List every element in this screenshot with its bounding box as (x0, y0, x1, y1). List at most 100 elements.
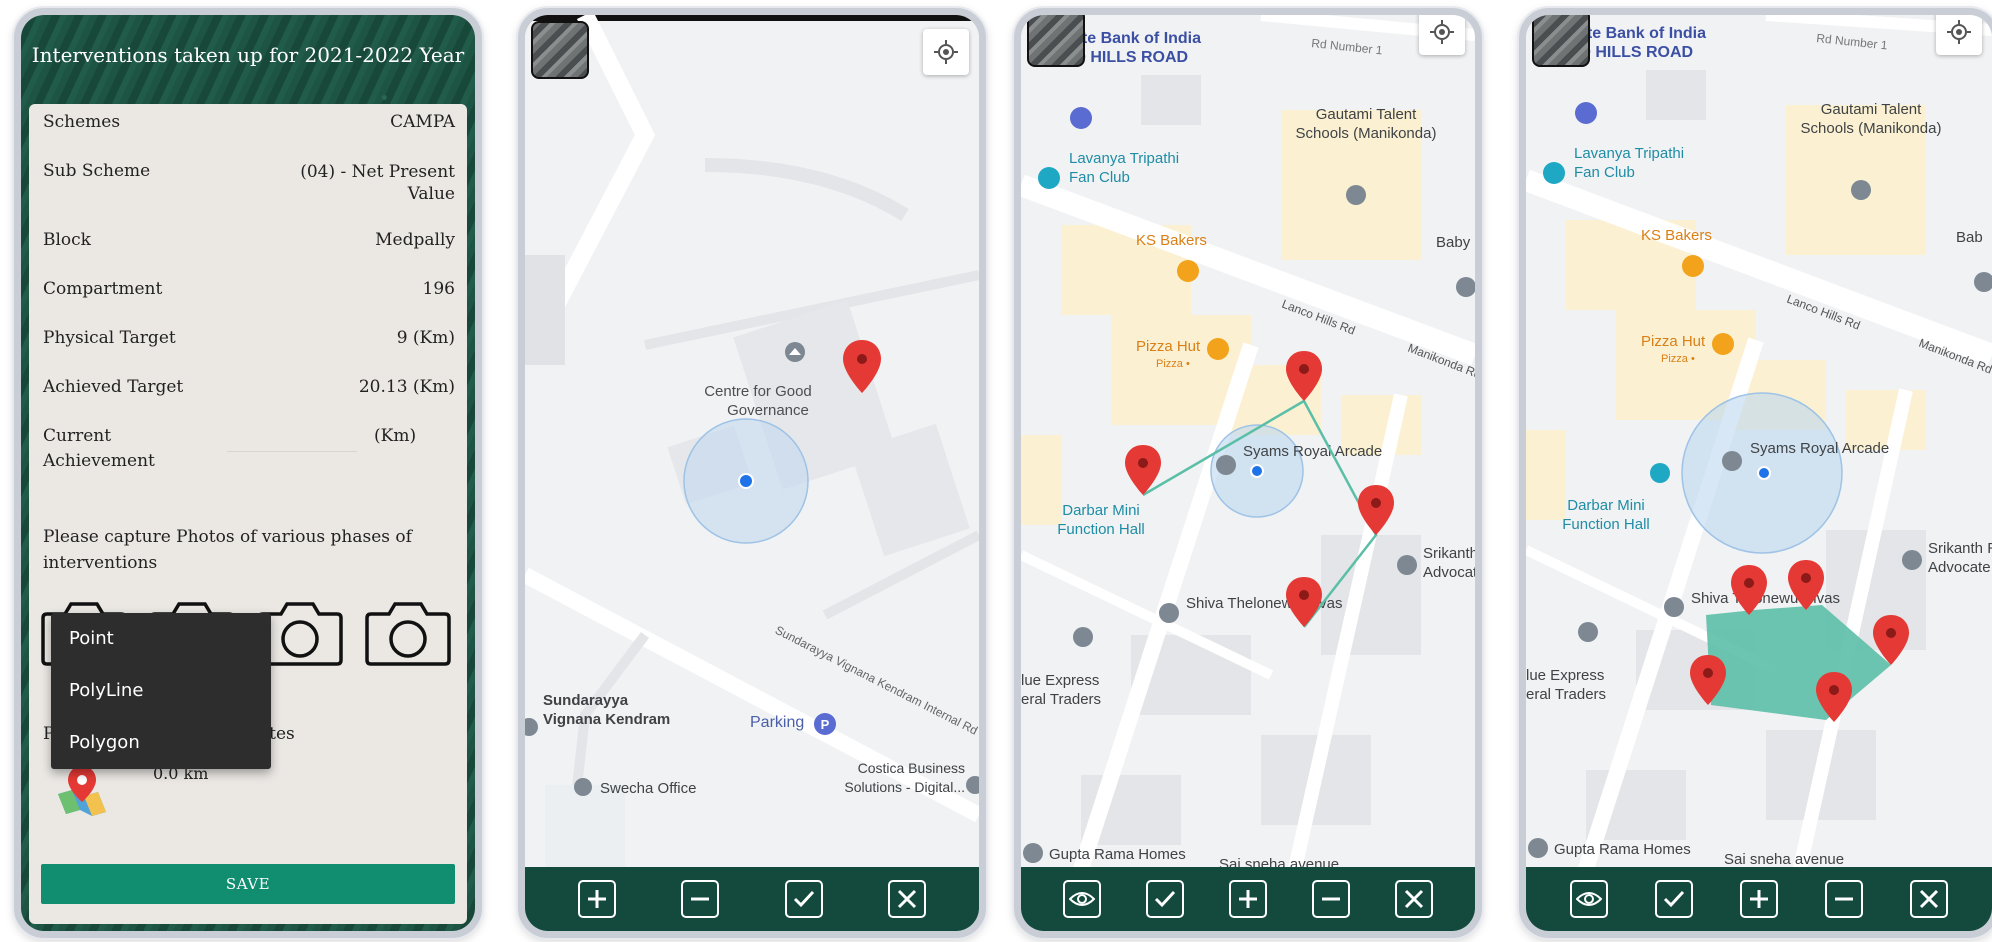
poi-label: Baby (1436, 234, 1471, 251)
poi-label: lue Express (1021, 672, 1099, 689)
close-icon (898, 889, 917, 909)
poi-label: Pizza • (1156, 358, 1190, 370)
poi-label: Syams Royal Arcade (1243, 443, 1382, 460)
minus-icon (1321, 897, 1340, 901)
achieved-target-value: 20.13 (Km) (358, 377, 455, 397)
map-canvas[interactable]: ate Bank of India LANCO HILLS ROAD Rd Nu… (1021, 15, 1475, 931)
my-location-button[interactable] (923, 29, 969, 75)
poi-label: Function Hall (1057, 521, 1145, 538)
plus-icon (587, 890, 606, 908)
current-achievement-label: Current Achievement (43, 426, 155, 471)
scheme-value: CAMPA (390, 112, 455, 132)
location-target-icon (934, 40, 958, 64)
poi-label: Srikanth R (1423, 545, 1475, 562)
map-marker-icon[interactable] (54, 764, 110, 820)
confirm-button[interactable] (784, 880, 823, 918)
confirm-button[interactable] (1146, 880, 1185, 918)
zoom-out-button[interactable] (1311, 880, 1350, 918)
poi-label: Vignana Kendram (543, 711, 670, 728)
compartment-value: 196 (422, 279, 455, 299)
poi-label: Lavanya Tripathi (1069, 150, 1179, 167)
satellite-layer-toggle[interactable] (1027, 15, 1085, 67)
poi-label: Gautami Talent (1821, 101, 1922, 118)
phone-point-map-screen: Centre for Good Governance Sundarayya Vi… (518, 8, 986, 938)
poi-label: Pizza Hut (1136, 338, 1201, 355)
block-row: Block Medpally (43, 230, 455, 250)
map-toolbar (1526, 867, 1992, 931)
poi-label: Darbar Mini (1567, 497, 1645, 514)
poi-label: ate Bank of India (1073, 30, 1201, 47)
block-label: Block (43, 230, 91, 250)
plus-icon (1238, 890, 1257, 908)
compartment-label: Compartment (43, 279, 163, 299)
block-value: Medpally (375, 230, 455, 250)
zoom-out-button[interactable] (681, 880, 720, 918)
location-target-icon (1947, 20, 1971, 44)
poi-label: Syams Royal Arcade (1750, 440, 1889, 457)
zoom-in-button[interactable] (1228, 880, 1267, 918)
achieved-target-label: Achieved Target (43, 377, 184, 397)
camera-icon[interactable] (363, 596, 453, 668)
zoom-in-button[interactable] (577, 880, 616, 918)
poi-label: Gupta Rama Homes (1049, 846, 1186, 863)
physical-target-label: Physical Target (43, 328, 176, 348)
minus-icon (691, 897, 710, 901)
eye-icon (1575, 892, 1602, 906)
poi-label: Lavanya Tripathi (1574, 145, 1684, 162)
map-toolbar (525, 867, 979, 931)
poi-label: Function Hall (1562, 516, 1650, 533)
capture-instructions: Please capture Photos of various phases … (43, 527, 412, 573)
sub-scheme-value: (04) - Net Present Value (300, 162, 455, 204)
poi-label: Gupta Rama Homes (1554, 841, 1691, 858)
plus-icon (1749, 890, 1768, 908)
close-icon (1404, 889, 1423, 909)
dropdown-option-polyline[interactable]: PolyLine (51, 665, 271, 717)
poi-label: Pizza • (1661, 353, 1695, 365)
close-button[interactable] (888, 880, 927, 918)
poi-label: KS Bakers (1136, 232, 1207, 249)
map-toolbar (1021, 867, 1475, 931)
poi-label: Sai sneha avenue (1724, 851, 1844, 868)
poi-label: Srikanth R (1928, 540, 1992, 557)
geometry-type-dropdown[interactable]: Point PolyLine Polygon (51, 613, 271, 769)
poi-label: Schools (Manikonda) (1801, 120, 1942, 137)
current-achievement-input[interactable] (227, 450, 357, 452)
dropdown-option-polygon[interactable]: Polygon (51, 717, 271, 769)
my-location-button[interactable] (1936, 15, 1982, 55)
scheme-row: Schemes CAMPA (43, 112, 455, 132)
compartment-row: Compartment 196 (43, 279, 455, 299)
poi-label: Advocate S (1928, 559, 1992, 576)
poi-label: Costica Business (858, 760, 965, 776)
poi-label: Pizza Hut (1641, 333, 1706, 350)
poi-label: Darbar Mini (1062, 502, 1140, 519)
close-icon (1920, 889, 1939, 909)
view-button[interactable] (1569, 880, 1608, 918)
poi-label: Governance (727, 402, 809, 419)
form-card: Schemes CAMPA Sub Scheme (04) - Net Pres… (29, 104, 467, 924)
check-icon (793, 890, 814, 908)
poi-label: lue Express (1526, 667, 1604, 684)
poi-label: Gautami Talent (1316, 106, 1417, 123)
my-location-button[interactable] (1419, 15, 1465, 55)
view-button[interactable] (1063, 880, 1102, 918)
dropdown-option-point[interactable]: Point (51, 613, 271, 665)
sub-scheme-label: Sub Scheme (43, 161, 151, 181)
achieved-target-row: Achieved Target 20.13 (Km) (43, 377, 455, 397)
close-button[interactable] (1910, 880, 1949, 918)
phone-form-screen: Interventions taken up for 2021-2022 Yea… (14, 8, 482, 938)
poi-label: Sundarayya (543, 692, 629, 709)
poi-label: ate Bank of India (1578, 25, 1706, 42)
poi-label: Swecha Office (600, 780, 696, 797)
zoom-in-button[interactable] (1739, 880, 1778, 918)
satellite-layer-toggle[interactable] (1532, 15, 1590, 67)
zoom-out-button[interactable] (1825, 880, 1864, 918)
save-button[interactable]: SAVE (41, 864, 455, 904)
confirm-button[interactable] (1654, 880, 1693, 918)
minus-icon (1835, 897, 1854, 901)
poi-label: Advocate S (1423, 564, 1475, 581)
close-button[interactable] (1394, 880, 1433, 918)
map-canvas[interactable]: ate Bank of India LANCO HILLS ROAD Rd Nu… (1526, 15, 1992, 931)
satellite-layer-toggle[interactable] (531, 21, 589, 79)
poi-label: Solutions - Digital... (844, 779, 965, 795)
map-canvas[interactable]: Centre for Good Governance Sundarayya Vi… (525, 15, 979, 931)
